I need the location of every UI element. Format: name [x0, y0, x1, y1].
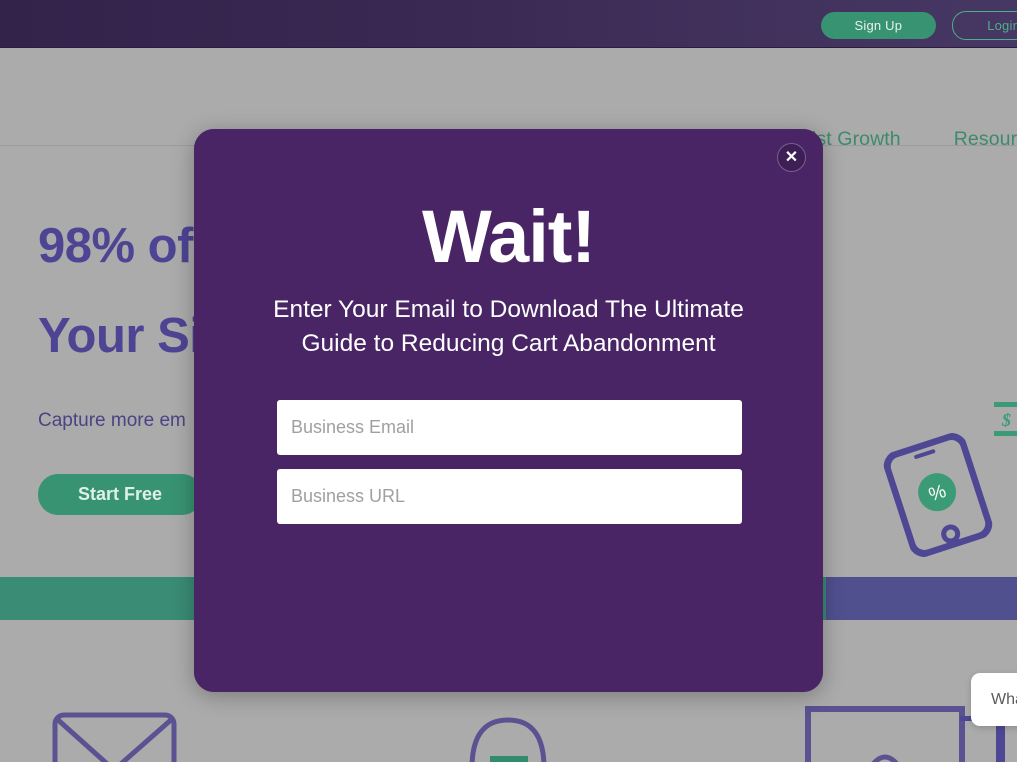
lead-capture-form — [277, 400, 742, 524]
shopping-cart-icon — [452, 708, 564, 762]
business-email-input[interactable] — [277, 400, 742, 455]
chat-widget-message: Wha — [991, 690, 1017, 708]
sign-up-button[interactable]: Sign Up — [820, 12, 937, 39]
exit-intent-modal: ✕ Wait! Enter Your Email to Download The… — [194, 129, 823, 692]
envelope-icon — [52, 712, 177, 762]
dollar-receipt-icon: $ — [994, 400, 1017, 442]
purple-section-band — [826, 577, 1017, 620]
browser-window-icon — [805, 706, 965, 762]
login-button[interactable]: Login — [952, 11, 1017, 40]
page-root: Sign Up Login Software Cart Abandonment … — [0, 0, 1017, 762]
business-url-input[interactable] — [277, 469, 742, 524]
hero-subtext: Capture more em — [38, 410, 186, 431]
nav-item-resources[interactable]: Resources — [954, 128, 1017, 151]
top-utility-bar: Sign Up Login — [0, 0, 1017, 48]
start-free-button[interactable]: Start Free — [38, 474, 203, 515]
hero-headline-line1: 98% of — [38, 219, 193, 273]
modal-subtitle: Enter Your Email to Download The Ultimat… — [273, 296, 744, 357]
modal-title: Wait! — [421, 195, 596, 278]
topbar-actions: Sign Up Login — [820, 11, 1017, 40]
hero-headline-line2: Your Si — [38, 309, 203, 363]
svg-text:$: $ — [1001, 410, 1011, 430]
mobile-phone-icon: % — [880, 429, 996, 560]
close-icon[interactable]: ✕ — [777, 143, 806, 172]
chat-widget[interactable]: Wha — [971, 673, 1017, 726]
